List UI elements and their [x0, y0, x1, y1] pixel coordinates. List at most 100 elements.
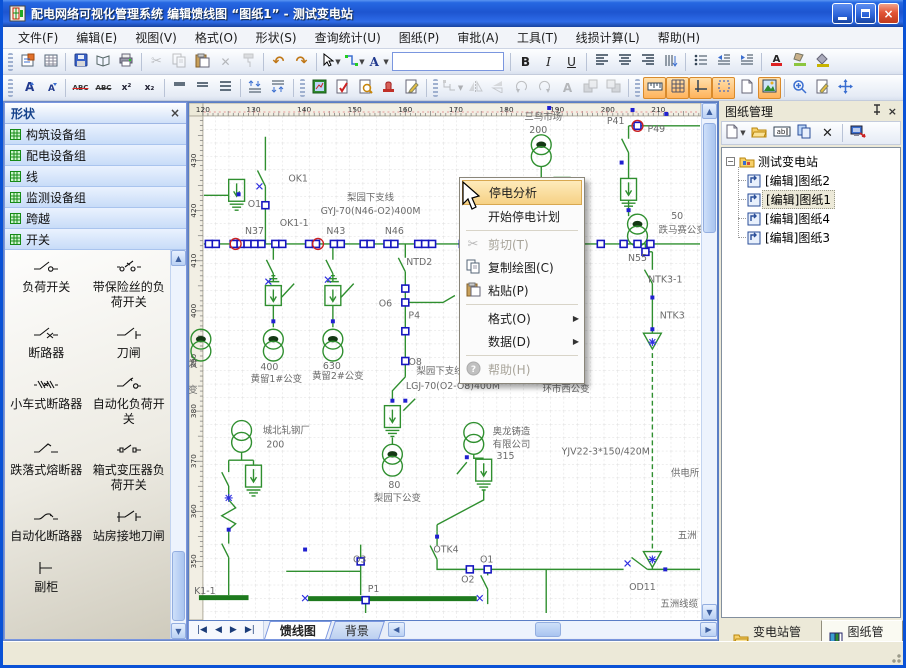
rotate-left-button[interactable]	[510, 77, 533, 99]
menu-工具(T)[interactable]: 工具(T)	[508, 27, 567, 48]
redo-button[interactable]: ↷	[290, 51, 313, 73]
bring-front-button[interactable]	[579, 77, 602, 99]
tree-root-label[interactable]: 测试变电站	[755, 153, 821, 170]
shape-item-自动化断路器[interactable]: 自动化断路器	[5, 507, 88, 544]
tree-item-[编辑]图纸3[interactable]: [编辑]图纸3	[732, 228, 898, 247]
open-book-button[interactable]	[92, 51, 115, 73]
new-drawing-button[interactable]: ▼	[724, 122, 747, 144]
shape-item-跌落式熔断器[interactable]: 跌落式熔断器	[5, 441, 88, 493]
subscript-button[interactable]: x₂	[138, 77, 161, 99]
print-button[interactable]	[115, 51, 138, 73]
shape-item-副柜[interactable]: 副柜	[5, 558, 88, 595]
menu-编辑(E)[interactable]: 编辑(E)	[67, 27, 126, 48]
menu-帮助(H)[interactable]: 帮助(H)	[649, 27, 709, 48]
data-table-button[interactable]	[39, 51, 62, 73]
highlight-color-button[interactable]	[788, 51, 811, 73]
diagram-view-button[interactable]	[308, 77, 331, 99]
outdent-button[interactable]	[712, 51, 735, 73]
marquee-toggle-button[interactable]	[712, 77, 735, 99]
last-sheet-button[interactable]: ▶|	[241, 625, 259, 635]
pin-icon[interactable]	[872, 104, 882, 119]
bullets-button[interactable]	[689, 51, 712, 73]
panel-close-icon[interactable]: ×	[888, 105, 897, 118]
spacing-2-button[interactable]	[214, 77, 237, 99]
approve-button[interactable]	[331, 77, 354, 99]
shape-item-断路器[interactable]: 断路器	[5, 324, 88, 361]
shape-group-开关[interactable]: 开关	[5, 229, 186, 250]
shape-group-配电设备组[interactable]: 配电设备组	[5, 145, 186, 166]
minimize-button[interactable]	[832, 3, 853, 24]
context-menu-item-剪切(T)[interactable]: ✂剪切(T)	[462, 233, 582, 256]
save-button[interactable]	[69, 51, 92, 73]
fill-color-button[interactable]	[811, 51, 834, 73]
pan-image-button[interactable]	[758, 77, 781, 99]
scroll-down-icon[interactable]: ▼	[702, 604, 717, 620]
canvas-vscrollbar[interactable]: ▲ ▼	[701, 103, 717, 620]
prev-sheet-button[interactable]: ◀	[211, 625, 226, 635]
context-menu-item-复制绘图(C)[interactable]: 复制绘图(C)	[462, 256, 582, 279]
font-style-button[interactable]: A	[556, 77, 579, 99]
shapes-panel-close-icon[interactable]: ×	[170, 106, 180, 120]
maximize-button[interactable]	[855, 3, 876, 24]
context-menu-item-帮助(H)[interactable]: ?帮助(H)	[462, 358, 582, 381]
delete-button[interactable]: ✕	[214, 51, 237, 73]
undo-button[interactable]: ↶	[267, 51, 290, 73]
align-center-button[interactable]	[613, 51, 636, 73]
delete-drawing-button[interactable]: ✕	[816, 122, 839, 144]
next-sheet-button[interactable]: ▶	[226, 625, 241, 635]
format-painter-button[interactable]	[237, 51, 260, 73]
tree-root-row[interactable]: − 测试变电站	[724, 152, 898, 171]
connector-button[interactable]: ▼	[343, 51, 366, 73]
spacing-1-button[interactable]	[168, 77, 191, 99]
menu-视图(V)[interactable]: 视图(V)	[126, 27, 186, 48]
cut-button[interactable]: ✂	[145, 51, 168, 73]
page-setup-button[interactable]	[735, 77, 758, 99]
send-back-button[interactable]	[602, 77, 625, 99]
ruler-toggle-button[interactable]	[643, 77, 666, 99]
copy-drawing-button[interactable]	[793, 122, 816, 144]
stamp-button[interactable]	[377, 77, 400, 99]
context-menu-item-格式(O)[interactable]: 格式(O)▶	[462, 307, 582, 330]
first-sheet-button[interactable]: |◀	[193, 625, 211, 635]
scroll-up-icon[interactable]: ▲	[702, 103, 717, 119]
scroll-up-icon[interactable]: ▲	[171, 250, 186, 266]
shape-item-箱式变压器负荷开关[interactable]: 箱式变压器负荷开关	[88, 441, 171, 493]
tree-item-[编辑]图纸4[interactable]: [编辑]图纸4	[732, 209, 898, 228]
sheet-tab-背景[interactable]: 背景	[329, 621, 385, 639]
shape-name-combo[interactable]	[392, 52, 504, 71]
align-vertical-button[interactable]	[659, 51, 682, 73]
underline-button[interactable]: U	[560, 51, 583, 73]
shape-item-负荷开关[interactable]: 负荷开关	[5, 258, 88, 310]
menu-格式(O)[interactable]: 格式(O)	[186, 27, 247, 48]
canvas-hscrollbar[interactable]: ◀ ▶	[388, 621, 717, 638]
paste-button[interactable]	[191, 51, 214, 73]
shape-item-带保险丝的负荷开关[interactable]: 带保险丝的负荷开关	[88, 258, 171, 310]
guides-toggle-button[interactable]	[689, 77, 712, 99]
grid-toggle-button[interactable]	[666, 77, 689, 99]
rotate-right-button[interactable]	[533, 77, 556, 99]
menu-审批(A)[interactable]: 审批(A)	[448, 27, 508, 48]
shape-item-自动化负荷开关[interactable]: 自动化负荷开关	[88, 375, 171, 427]
tree-item-[编辑]图纸1[interactable]: [编辑]图纸1	[732, 190, 898, 209]
position-button[interactable]: ▼	[441, 77, 464, 99]
shape-item-站房接地刀闸[interactable]: 站房接地刀闸	[88, 507, 171, 544]
text-button[interactable]: A▼	[366, 51, 389, 73]
shape-item-小车式断路器[interactable]: 小车式断路器	[5, 375, 88, 427]
shape-item-刀闸[interactable]: 刀闸	[88, 324, 171, 361]
edit-doc-button[interactable]	[400, 77, 423, 99]
rename-drawing-button[interactable]: ab	[770, 122, 793, 144]
copy-button[interactable]	[168, 51, 191, 73]
open-drawing-button[interactable]	[747, 122, 770, 144]
shape-group-构筑设备组[interactable]: 构筑设备组	[5, 124, 186, 145]
zoom-button[interactable]	[788, 77, 811, 99]
font-shrink-button[interactable]: A	[39, 77, 62, 99]
substation-drawing-button[interactable]	[846, 122, 869, 144]
shape-group-监测设备组[interactable]: 监测设备组	[5, 187, 186, 208]
menu-线损计算(L)[interactable]: 线损计算(L)	[567, 27, 649, 48]
menu-文件(F)[interactable]: 文件(F)	[9, 27, 67, 48]
diagram-canvas[interactable]: 120130140150160170180190200210 430420410…	[189, 103, 701, 620]
indent-button[interactable]	[735, 51, 758, 73]
space-after-button[interactable]	[267, 77, 290, 99]
font-color-button[interactable]: A	[765, 51, 788, 73]
context-menu-item-粘贴(P)[interactable]: 粘贴(P)	[462, 279, 582, 302]
